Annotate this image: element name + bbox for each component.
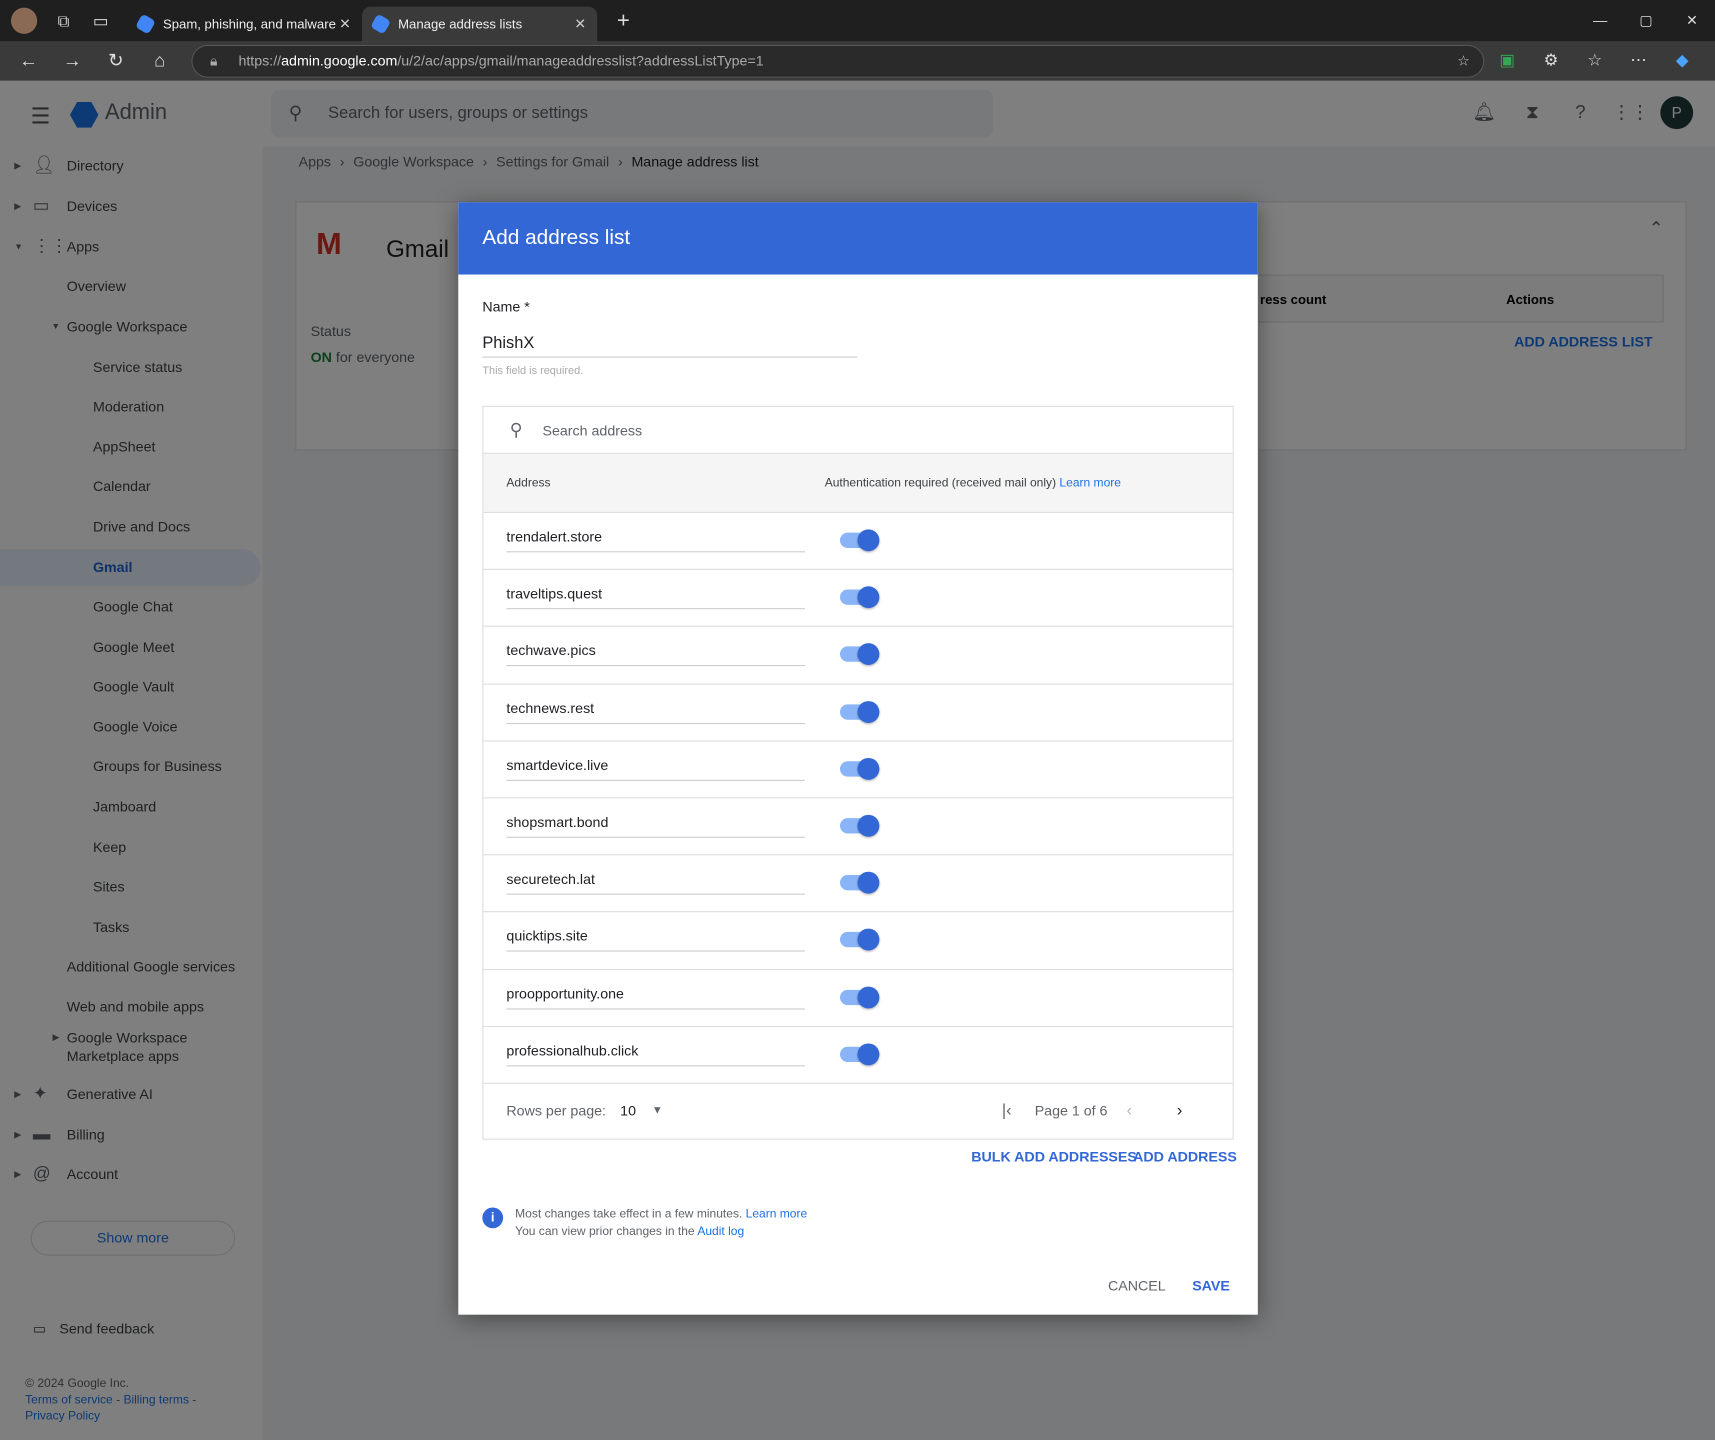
extensions-icon[interactable]: ⚙ <box>1529 42 1573 81</box>
table-row: technews.rest <box>483 684 1233 742</box>
col-address: Address <box>506 476 551 490</box>
table-row: professionalhub.click <box>483 1027 1233 1084</box>
tab-actions-icon[interactable]: ▭ <box>90 10 112 32</box>
auth-required-toggle[interactable] <box>840 814 880 837</box>
info-line2: You can view prior changes in the <box>515 1225 698 1239</box>
auth-required-toggle[interactable] <box>840 757 880 780</box>
name-input[interactable]: PhishX <box>482 334 858 358</box>
learn-more-link[interactable]: Learn more <box>1059 477 1121 490</box>
address-input[interactable]: traveltips.quest <box>506 585 805 610</box>
address-input[interactable]: technews.rest <box>506 700 805 724</box>
new-tab-icon[interactable]: + <box>613 8 635 32</box>
search-icon: ⚲ <box>509 421 523 440</box>
audit-log-link[interactable]: Audit log <box>697 1225 744 1238</box>
auth-required-toggle[interactable] <box>840 928 880 951</box>
auth-required-toggle[interactable] <box>840 1043 880 1065</box>
table-row: quicktips.site <box>483 913 1233 970</box>
close-tab-icon[interactable]: ✕ <box>339 15 351 33</box>
bulk-add-addresses-button[interactable]: BULK ADD ADDRESSES <box>971 1148 1137 1164</box>
rows-per-page-label: Rows per page: <box>506 1102 607 1119</box>
close-window-icon[interactable]: ✕ <box>1669 0 1715 42</box>
auth-required-toggle[interactable] <box>840 529 880 552</box>
auth-required-toggle[interactable] <box>840 586 880 609</box>
address-input[interactable]: techwave.pics <box>506 642 805 667</box>
cancel-button[interactable]: CANCEL <box>1108 1278 1166 1294</box>
minimize-icon[interactable]: — <box>1577 0 1623 42</box>
reload-icon[interactable]: ↻ <box>94 50 138 72</box>
address-input[interactable]: proopportunity.one <box>506 985 805 1009</box>
admin-favicon-icon <box>370 13 392 35</box>
auth-required-toggle[interactable] <box>840 643 880 666</box>
table-row: proopportunity.one <box>483 970 1233 1027</box>
info-line1: Most changes take effect in a few minute… <box>515 1207 746 1221</box>
name-hint: This field is required. <box>482 365 584 378</box>
url-path: /u/2/ac/apps/gmail/manageaddresslist?add… <box>397 52 764 69</box>
maximize-icon[interactable]: ▢ <box>1623 0 1669 42</box>
lock-icon: 🔒︎ <box>210 52 218 69</box>
next-page-icon[interactable]: › <box>1177 1084 1182 1139</box>
pagination: Rows per page: 10 ▼ |‹ Page 1 of 6 ‹ › <box>483 1084 1232 1139</box>
first-page-icon[interactable]: |‹ <box>1002 1084 1012 1139</box>
page-indicator: Page 1 of 6 <box>1034 1102 1108 1119</box>
forward-icon[interactable]: → <box>50 50 94 72</box>
name-label: Name * <box>482 298 530 315</box>
tab-spam-phishing[interactable]: Spam, phishing, and malware ✕ <box>127 7 362 42</box>
url-input[interactable]: 🔒︎ https://admin.google.com/u/2/ac/apps/… <box>191 44 1485 78</box>
learn-more-link[interactable]: Learn more <box>746 1208 808 1221</box>
back-icon[interactable]: ← <box>7 50 51 72</box>
table-row: traveltips.quest <box>483 570 1233 628</box>
address-input[interactable]: quicktips.site <box>506 928 805 952</box>
favorite-star-icon[interactable]: ☆ <box>1457 46 1470 77</box>
search-address-input[interactable]: ⚲ Search address <box>483 407 1233 454</box>
address-bar: ← → ↻ ⌂ 🔒︎ https://admin.google.com/u/2/… <box>0 41 1715 81</box>
favorites-icon[interactable]: ☆ <box>1573 42 1617 81</box>
search-placeholder: Search address <box>542 422 643 439</box>
table-row: trendalert.store <box>483 513 1233 571</box>
table-row: shopsmart.bond <box>483 798 1233 856</box>
dropdown-arrow-icon[interactable]: ▼ <box>652 1084 663 1139</box>
address-input[interactable]: shopsmart.bond <box>506 814 805 838</box>
table-row: techwave.pics <box>483 627 1233 685</box>
table-row: securetech.lat <box>483 855 1233 913</box>
url-prefix: https:// <box>238 52 282 69</box>
address-input[interactable]: smartdevice.live <box>506 757 805 781</box>
rows-per-page-select[interactable]: 10 <box>620 1084 636 1139</box>
address-input[interactable]: securetech.lat <box>506 871 805 895</box>
prev-page-icon[interactable]: ‹ <box>1127 1084 1132 1139</box>
table-header: Address Authentication required (received… <box>483 453 1233 513</box>
tab-manage-address-lists[interactable]: Manage address lists ✕ <box>362 6 598 42</box>
save-button[interactable]: SAVE <box>1192 1278 1230 1294</box>
profile-avatar[interactable] <box>10 7 38 34</box>
dialog-title: Add address list <box>458 202 1258 275</box>
address-input[interactable]: professionalhub.click <box>506 1042 805 1067</box>
tab-title: Spam, phishing, and malware <box>162 16 336 32</box>
copilot-icon[interactable]: ◆ <box>1660 42 1704 81</box>
add-address-list-dialog: Add address list Name * PhishX This fiel… <box>458 202 1258 1315</box>
auth-required-toggle[interactable] <box>840 986 880 1008</box>
add-address-button[interactable]: ADD ADDRESS <box>1133 1148 1237 1164</box>
address-table: ⚲ Search address Address Authentication re… <box>482 405 1234 1140</box>
auth-required-toggle[interactable] <box>840 700 880 723</box>
workspaces-icon[interactable]: ⧉ <box>53 10 75 32</box>
more-icon[interactable]: ⋯ <box>1617 42 1661 81</box>
url-host: admin.google.com <box>281 52 398 69</box>
browser-tab-bar: ⧉ ▭ Spam, phishing, and malware ✕ Manage… <box>0 0 1715 42</box>
table-row: smartdevice.live <box>483 741 1233 799</box>
close-tab-icon[interactable]: ✕ <box>574 15 586 33</box>
col-auth: Authentication required (received mail o… <box>824 476 1057 490</box>
tab-title: Manage address lists <box>398 16 523 32</box>
home-icon[interactable]: ⌂ <box>138 50 182 72</box>
admin-favicon-icon <box>135 13 156 35</box>
info-note: i Most changes take effect in a few minut… <box>482 1205 807 1240</box>
extension-badge-icon[interactable]: ▣ <box>1485 42 1529 81</box>
info-icon: i <box>482 1207 504 1229</box>
auth-required-toggle[interactable] <box>840 871 880 894</box>
address-input[interactable]: trendalert.store <box>506 528 805 553</box>
